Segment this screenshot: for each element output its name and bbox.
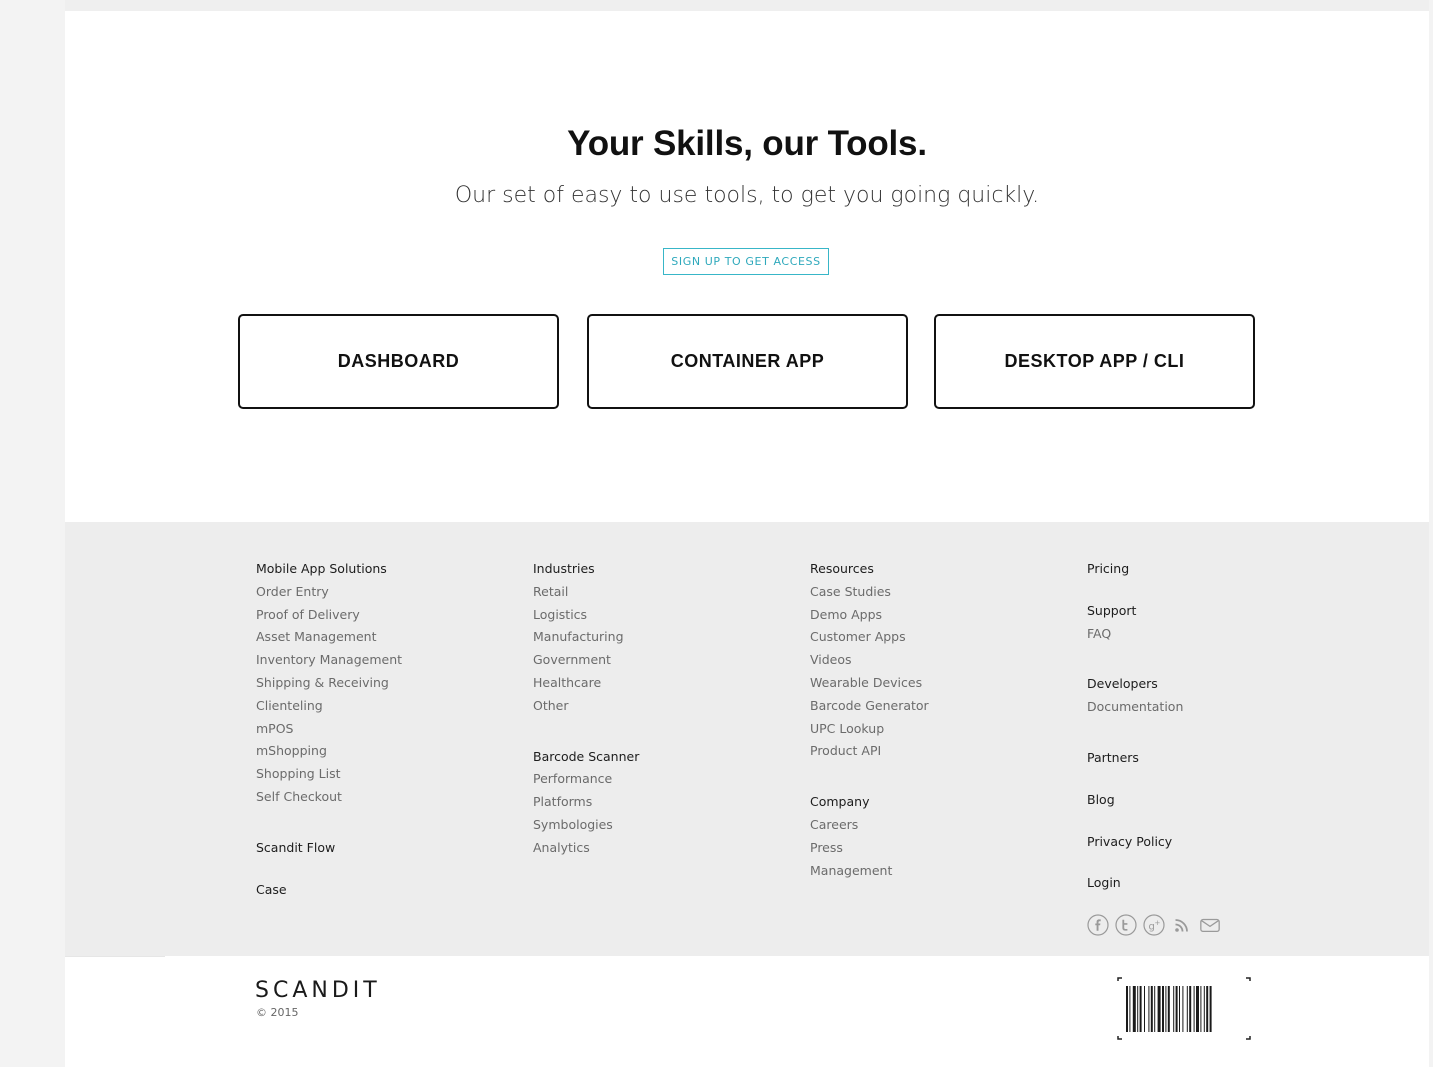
footer-heading-scandit-flow[interactable]: Scandit Flow	[256, 837, 402, 860]
footer-link-documentation[interactable]: Documentation	[1087, 696, 1183, 719]
footer-link-clienteling[interactable]: Clienteling	[256, 695, 402, 718]
bottom-bar: SCANDIT © 2015	[65, 956, 1429, 1067]
facebook-icon[interactable]	[1087, 914, 1109, 936]
barcode-icon	[1117, 977, 1251, 1046]
footer-column-misc: Pricing Support FAQ Developers Documenta…	[1087, 558, 1183, 895]
footer-link-performance[interactable]: Performance	[533, 768, 639, 791]
footer-link-asset-management[interactable]: Asset Management	[256, 626, 402, 649]
footer-link-product-api[interactable]: Product API	[810, 740, 929, 763]
footer-link-symbologies[interactable]: Symbologies	[533, 814, 639, 837]
footer-heading-case[interactable]: Case	[256, 879, 402, 902]
signup-button[interactable]: SIGN UP TO GET ACCESS	[663, 248, 829, 275]
footer-link-pricing[interactable]: Pricing	[1087, 558, 1183, 581]
divider	[65, 956, 165, 957]
footer-heading-support[interactable]: Support	[1087, 600, 1183, 623]
dashboard-button[interactable]: DASHBOARD	[238, 314, 559, 409]
footer-link-shopping-list[interactable]: Shopping List	[256, 763, 402, 786]
top-strip	[65, 0, 1429, 11]
footer-link-shipping-receiving[interactable]: Shipping & Receiving	[256, 672, 402, 695]
footer-heading-industries[interactable]: Industries	[533, 558, 639, 581]
footer-link-other[interactable]: Other	[533, 695, 639, 718]
footer-link-careers[interactable]: Careers	[810, 814, 929, 837]
twitter-icon[interactable]	[1115, 914, 1137, 936]
mail-icon[interactable]	[1199, 914, 1221, 936]
footer-link-privacy-policy[interactable]: Privacy Policy	[1087, 831, 1183, 854]
footer-link-mpos[interactable]: mPOS	[256, 718, 402, 741]
hero-subtitle: Our set of easy to use tools, to get you…	[454, 183, 1040, 208]
footer-link-press[interactable]: Press	[810, 837, 929, 860]
footer-link-analytics[interactable]: Analytics	[533, 837, 639, 860]
google-plus-icon[interactable]: g +	[1143, 914, 1165, 936]
footer-link-wearable-devices[interactable]: Wearable Devices	[810, 672, 929, 695]
hero-title: Your Skills, our Tools.	[567, 124, 927, 163]
rss-icon[interactable]	[1171, 914, 1193, 936]
footer-link-logistics[interactable]: Logistics	[533, 604, 639, 627]
footer-heading-developers[interactable]: Developers	[1087, 673, 1183, 696]
page: Your Skills, our Tools. Our set of easy …	[65, 0, 1429, 1067]
footer: Mobile App Solutions Order Entry Proof o…	[65, 522, 1429, 956]
desktop-app-cli-button[interactable]: DESKTOP APP / CLI	[934, 314, 1255, 409]
scandit-logo[interactable]: SCANDIT	[255, 978, 381, 1003]
footer-link-self-checkout[interactable]: Self Checkout	[256, 786, 402, 809]
footer-link-case-studies[interactable]: Case Studies	[810, 581, 929, 604]
footer-column-industries: Industries Retail Logistics Manufacturin…	[533, 558, 639, 860]
footer-heading-mobile-app-solutions[interactable]: Mobile App Solutions	[256, 558, 402, 581]
footer-link-faq[interactable]: FAQ	[1087, 623, 1183, 646]
svg-text:+: +	[1155, 919, 1161, 927]
footer-link-partners[interactable]: Partners	[1087, 747, 1183, 770]
footer-link-demo-apps[interactable]: Demo Apps	[810, 604, 929, 627]
container-app-button[interactable]: CONTAINER APP	[587, 314, 908, 409]
footer-link-mshopping[interactable]: mShopping	[256, 740, 402, 763]
footer-column-resources: Resources Case Studies Demo Apps Custome…	[810, 558, 929, 882]
footer-link-retail[interactable]: Retail	[533, 581, 639, 604]
footer-heading-barcode-scanner[interactable]: Barcode Scanner	[533, 746, 639, 769]
footer-link-order-entry[interactable]: Order Entry	[256, 581, 402, 604]
footer-link-healthcare[interactable]: Healthcare	[533, 672, 639, 695]
footer-link-inventory-management[interactable]: Inventory Management	[256, 649, 402, 672]
footer-link-proof-of-delivery[interactable]: Proof of Delivery	[256, 604, 402, 627]
footer-link-login[interactable]: Login	[1087, 872, 1183, 895]
footer-column-solutions: Mobile App Solutions Order Entry Proof o…	[256, 558, 402, 901]
footer-link-upc-lookup[interactable]: UPC Lookup	[810, 718, 929, 741]
footer-heading-resources[interactable]: Resources	[810, 558, 929, 581]
footer-link-management[interactable]: Management	[810, 860, 929, 883]
copyright: © 2015	[256, 1006, 299, 1019]
footer-heading-company[interactable]: Company	[810, 791, 929, 814]
footer-link-barcode-generator[interactable]: Barcode Generator	[810, 695, 929, 718]
social-icons: g +	[1087, 914, 1221, 936]
footer-link-blog[interactable]: Blog	[1087, 789, 1183, 812]
footer-link-platforms[interactable]: Platforms	[533, 791, 639, 814]
footer-link-government[interactable]: Government	[533, 649, 639, 672]
footer-link-customer-apps[interactable]: Customer Apps	[810, 626, 929, 649]
footer-link-manufacturing[interactable]: Manufacturing	[533, 626, 639, 649]
footer-link-videos[interactable]: Videos	[810, 649, 929, 672]
